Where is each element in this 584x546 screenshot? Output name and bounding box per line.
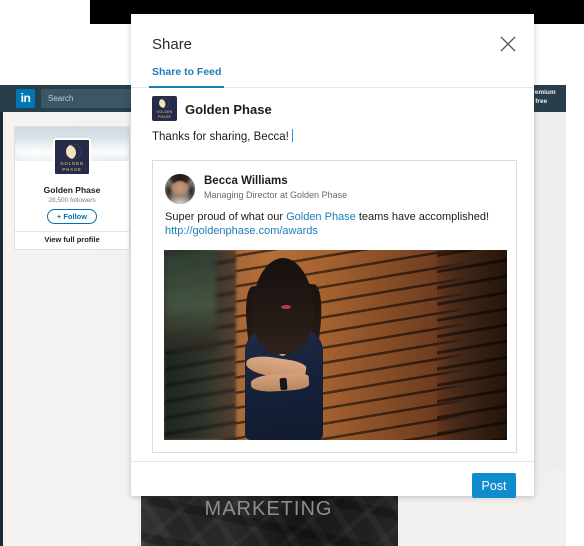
commentary-input[interactable]: Thanks for sharing, Becca! [152, 129, 294, 143]
browser-left-edge [0, 85, 3, 546]
author-avatar-line1: GOLDEN [156, 110, 173, 114]
post-text-after: teams have accomplished! [355, 211, 490, 223]
company-logo-line2: PHASE [62, 167, 82, 172]
company-logo: GOLDEN PHASE [53, 138, 91, 176]
tab-active-indicator [149, 86, 224, 88]
close-icon[interactable] [496, 32, 520, 56]
person-figure [227, 256, 339, 440]
company-profile-card: GOLDEN PHASE Golden Phase 28,500 followe… [14, 126, 130, 250]
author-avatar: GOLDEN PHASE [152, 96, 177, 121]
avatar-photo [165, 174, 195, 204]
text-cursor [291, 129, 294, 142]
screenshot-root: in Search Try Premium for free GOLDEN PH… [0, 0, 584, 546]
linkedin-logo-icon[interactable]: in [16, 89, 35, 108]
author-name: Golden Phase [185, 102, 272, 117]
embedded-author-headline: Managing Director at Golden Phase [204, 190, 348, 200]
tab-share-to-feed[interactable]: Share to Feed [152, 66, 221, 84]
follow-button[interactable]: + Follow [47, 209, 97, 224]
top-black-overlay-left [90, 14, 131, 24]
wall-shadow-right [437, 250, 507, 440]
crescent-moon-icon [66, 144, 81, 159]
lips [281, 305, 291, 309]
top-black-overlay [90, 0, 584, 14]
embedded-post-text: Super proud of what our Golden Phase tea… [165, 210, 510, 238]
post-text-before: Super proud of what our [165, 211, 287, 223]
post-button[interactable]: Post [472, 473, 516, 498]
post-url-link[interactable]: http://goldenphase.com/awards [165, 225, 318, 237]
top-black-overlay-right [534, 14, 584, 24]
embedded-shared-post: Becca Williams Managing Director at Gold… [152, 160, 517, 453]
page-right-gutter [566, 85, 584, 546]
background-blur-left [164, 250, 216, 350]
embedded-author-name: Becca Williams [204, 175, 288, 187]
company-name: Golden Phase [43, 185, 101, 195]
crescent-moon-icon [159, 98, 169, 108]
avatar [165, 174, 195, 204]
search-input[interactable]: Search [41, 89, 131, 108]
content-marketing-line2: MARKETING [204, 498, 333, 520]
wristwatch [279, 377, 288, 391]
company-logo-line1: GOLDEN [60, 161, 84, 166]
footer-divider [131, 461, 534, 462]
profile-card-divider [15, 231, 129, 232]
share-modal: Share Share to Feed GOLDEN PHASE Golden … [131, 14, 534, 498]
view-full-profile-link[interactable]: View full profile [15, 235, 129, 244]
embedded-post-image [164, 250, 507, 440]
brand-mention-link[interactable]: Golden Phase [286, 211, 356, 223]
author-avatar-line2: PHASE [158, 114, 171, 119]
commentary-text: Thanks for sharing, Becca! [152, 131, 289, 143]
modal-title: Share [152, 36, 193, 53]
follower-count: 28,500 followers [48, 197, 96, 204]
